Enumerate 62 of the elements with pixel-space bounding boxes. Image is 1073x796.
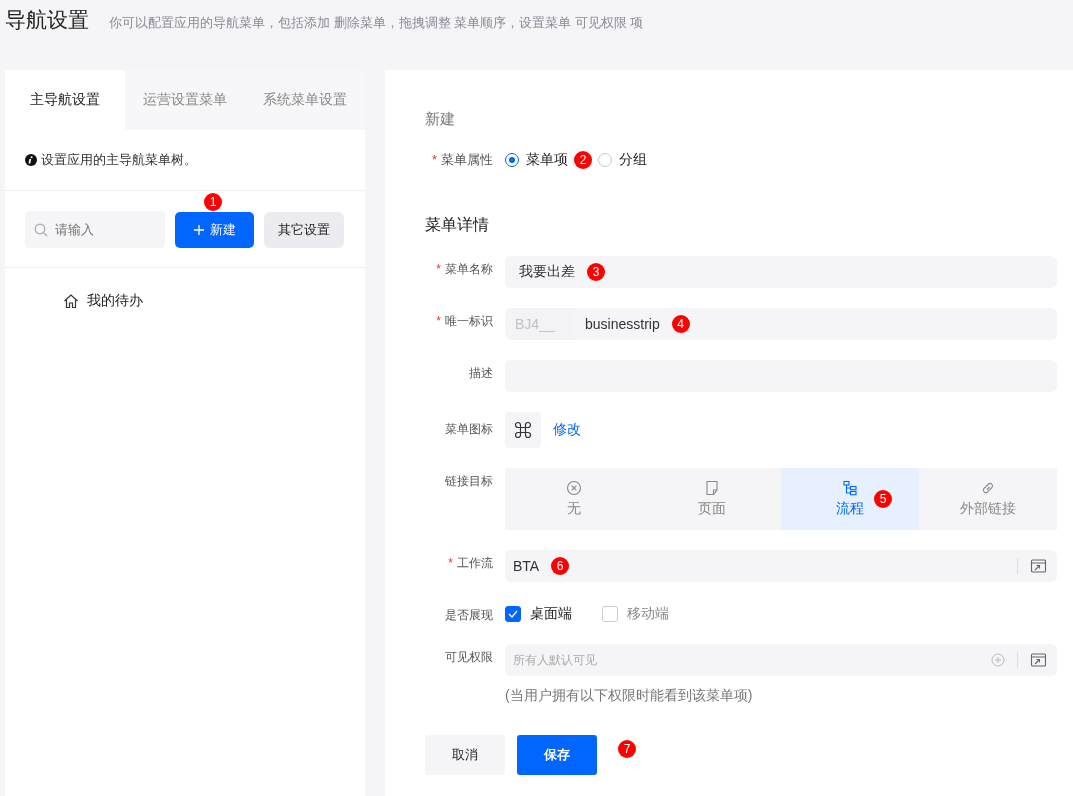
section-title: 菜单详情 [425, 215, 490, 235]
cancel-button[interactable]: 取消 [425, 735, 505, 775]
picker-icon [1030, 652, 1047, 668]
label-text: 菜单图标 [445, 422, 493, 436]
tab[interactable]: 主导航设置 [5, 70, 125, 130]
icon-preview[interactable] [505, 412, 541, 448]
label-text: 链接目标 [445, 474, 493, 488]
label-text: 唯一标识 [445, 314, 493, 328]
tab[interactable]: 系统菜单设置 [245, 70, 365, 130]
edit-link[interactable]: 修改 [553, 421, 581, 439]
link-target-option[interactable]: 页面 [643, 468, 781, 530]
link-icon [980, 480, 996, 496]
required-mark: * [436, 262, 441, 276]
info-icon [25, 154, 37, 166]
search-field[interactable]: 请输入 [25, 211, 165, 248]
hint-text: 设置应用的主导航菜单树。 [41, 151, 197, 169]
number-marker: 4 [671, 315, 690, 333]
number-marker: 6 [551, 557, 570, 575]
tree-item[interactable]: 我的待办 [63, 292, 143, 310]
plus-icon [193, 224, 204, 235]
page-description: 你可以配置应用的导航菜单，包括添加 删除菜单，拖拽调整 菜单顺序，设置菜单 可见权限 项 [109, 14, 644, 32]
number-marker: 3 [587, 263, 605, 281]
command-icon [514, 421, 532, 439]
home-icon [63, 293, 79, 309]
link-target-option[interactable]: 流程 5 [781, 468, 919, 530]
workflow-picker[interactable]: BTA 6 [505, 550, 1057, 582]
checkbox-option[interactable]: 移动端 [602, 605, 669, 623]
search-icon [34, 223, 48, 237]
radio-option[interactable]: 菜单项 [505, 151, 568, 169]
label-text: 可见权限 [445, 650, 493, 664]
label-text: 菜单名称 [445, 262, 493, 276]
save-button[interactable]: 保存 [517, 735, 597, 775]
picker-icon [1030, 558, 1047, 574]
checkbox-option[interactable]: 桌面端 [505, 605, 572, 623]
new-button[interactable]: 新建 [175, 211, 254, 248]
label-text: 菜单属性 [441, 152, 493, 167]
number-marker: 2 [574, 151, 592, 169]
required-mark: * [436, 314, 441, 328]
number-marker: 5 [874, 490, 892, 508]
label-text: 是否展现 [445, 608, 493, 622]
section-title: 新建 [425, 110, 456, 129]
number-marker: 7 [618, 740, 636, 758]
link-target-option[interactable]: 无 [505, 468, 643, 530]
required-mark: * [431, 152, 437, 167]
link-target-option[interactable]: 外部链接 [919, 468, 1057, 530]
page-icon [704, 480, 720, 496]
permission-note: (当用户拥有以下权限时能看到该菜单项) [505, 687, 754, 705]
required-mark: * [448, 556, 453, 570]
id-value: businesstrip [585, 316, 660, 332]
flowchart-icon [842, 480, 858, 496]
other-settings-button[interactable]: 其它设置 [264, 211, 344, 248]
input-field[interactable]: 我要出差 3 [505, 256, 1057, 288]
page-title: 导航设置 [5, 7, 89, 33]
x-circle-icon [566, 480, 582, 496]
tab[interactable]: 运营设置菜单 [125, 70, 245, 130]
label-text: 工作流 [457, 556, 493, 570]
radio-option[interactable]: 分组 [598, 151, 647, 169]
checkbox[interactable] [505, 606, 521, 622]
label-text: 描述 [469, 366, 493, 380]
check-icon [508, 610, 518, 618]
number-marker: 1 [204, 192, 222, 211]
plus-circle-icon [991, 653, 1005, 667]
